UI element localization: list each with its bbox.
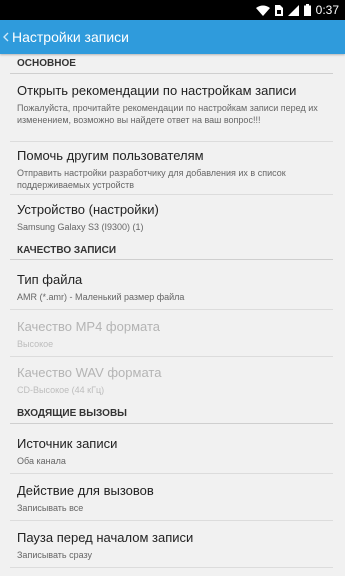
- section-header-main: ОСНОВНОЕ: [10, 58, 333, 74]
- pref-summary: AMR (*.amr) - Маленький размер файла: [17, 292, 185, 302]
- page-title[interactable]: Настройки записи: [12, 29, 129, 45]
- pref-pause-before-record[interactable]: Пауза перед началом записи Записывать ср…: [17, 530, 333, 561]
- pref-title: Действие для вызовов: [17, 483, 154, 498]
- sim-icon: [274, 4, 283, 16]
- signal-icon: [287, 4, 299, 16]
- divider: [10, 520, 333, 521]
- pref-summary: CD-Высокое (44 кГц): [17, 385, 105, 395]
- status-bar: 0:37: [0, 0, 345, 20]
- divider: [10, 356, 333, 357]
- pref-title: Источник записи: [17, 436, 118, 451]
- pref-file-type[interactable]: Тип файла AMR (*.amr) - Маленький размер…: [17, 272, 333, 303]
- section-header-incoming: ВХОДЯЩИЕ ВЫЗОВЫ: [10, 408, 333, 424]
- battery-icon: [303, 4, 311, 16]
- pref-title: Тип файла: [17, 272, 83, 287]
- pref-wav-quality: Качество WAV формата CD-Высокое (44 кГц): [17, 365, 333, 396]
- settings-list[interactable]: ОСНОВНОЕ Открыть рекомендации по настрой…: [0, 54, 345, 576]
- pref-summary: Отправить настройки разработчику для доб…: [17, 168, 286, 190]
- pref-title: Помочь другим пользователям: [17, 148, 204, 163]
- pref-summary: Записывать сразу: [17, 550, 93, 560]
- pref-call-action[interactable]: Действие для вызовов Записывать все: [17, 483, 333, 514]
- pref-help-others[interactable]: Помочь другим пользователям Отправить на…: [17, 148, 333, 191]
- pref-title: Открыть рекомендации по настройкам запис…: [17, 83, 297, 98]
- pref-summary: Записывать все: [17, 503, 84, 513]
- section-header-quality: КАЧЕСТВО ЗАПИСИ: [10, 245, 333, 260]
- pref-summary: Samsung Galaxy S3 (I9300) (1): [17, 222, 144, 232]
- pref-summary: Высокое: [17, 339, 54, 349]
- pref-device-settings[interactable]: Устройство (настройки) Samsung Galaxy S3…: [17, 202, 333, 233]
- status-time: 0:37: [315, 3, 339, 17]
- pref-title: Устройство (настройки): [17, 202, 159, 217]
- pref-title: Качество MP4 формата: [17, 319, 160, 334]
- pref-title: Пауза перед началом записи: [17, 530, 194, 545]
- pref-mp4-quality: Качество MP4 формата Высокое: [17, 319, 333, 350]
- wifi-icon: [255, 5, 270, 16]
- divider: [10, 194, 333, 195]
- pref-record-source[interactable]: Источник записи Оба канала: [17, 436, 333, 467]
- pref-summary: Пожалуйста, прочитайте рекомендации по н…: [17, 103, 318, 125]
- divider: [10, 567, 333, 568]
- divider: [10, 141, 333, 142]
- pref-open-recommendations[interactable]: Открыть рекомендации по настройкам запис…: [17, 83, 333, 126]
- pref-summary: Оба канала: [17, 456, 66, 466]
- action-bar: Настройки записи: [0, 20, 345, 54]
- divider: [10, 473, 333, 474]
- pref-title: Качество WAV формата: [17, 365, 162, 380]
- divider: [10, 309, 333, 310]
- chevron-left-icon[interactable]: [1, 20, 11, 54]
